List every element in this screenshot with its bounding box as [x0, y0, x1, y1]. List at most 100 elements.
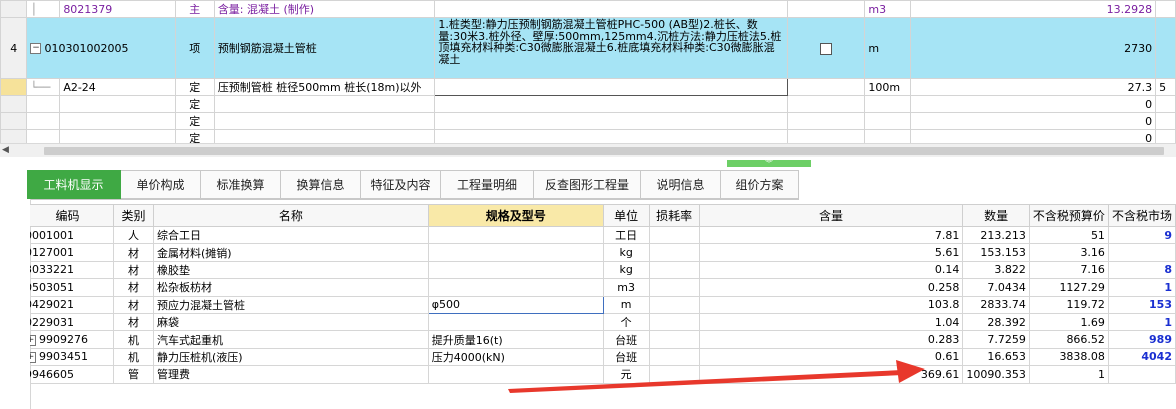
tab-standard-conversion[interactable]: 标准换算	[201, 170, 281, 199]
item-qty[interactable]: 0	[910, 95, 1157, 113]
table-row[interactable]: 3 3033221 材 橡胶垫 kg 0.14 3.822 7.16 8	[30, 260, 1176, 280]
header-type[interactable]: 类别	[112, 204, 154, 227]
cell-content[interactable]: 1.04	[698, 312, 964, 332]
cell-spec[interactable]	[427, 365, 604, 384]
tab-conversion-info[interactable]: 换算信息	[281, 170, 361, 199]
cell-spec[interactable]: 提升质量16(t)	[427, 330, 604, 349]
item-name[interactable]	[213, 112, 436, 130]
cell-loss[interactable]	[648, 330, 700, 349]
header-spec[interactable]: 规格及型号	[427, 204, 604, 227]
table-row[interactable]: 20 9946605 管 管理费 元 369.61 10090.353 1	[30, 365, 1176, 384]
item-qty[interactable]: 13.2928	[910, 0, 1157, 18]
checkbox-icon[interactable]	[820, 42, 833, 55]
item-code[interactable]	[59, 129, 176, 143]
item-qty[interactable]: 2730	[910, 17, 1157, 79]
cell-spec[interactable]	[427, 225, 604, 245]
horizontal-scrollbar[interactable]: ◀	[0, 143, 1176, 158]
tab-pricing-scheme[interactable]: 组价方案	[721, 170, 799, 199]
item-desc[interactable]	[434, 129, 788, 143]
cell-loss[interactable]	[648, 312, 700, 332]
cell-name[interactable]: 麻袋	[152, 312, 429, 332]
cell-content[interactable]: 0.61	[698, 347, 964, 367]
item-qty[interactable]: 27.3	[910, 78, 1157, 96]
splitter-handle-icon[interactable]: ︾	[727, 160, 811, 168]
table-row-current[interactable]: 5 0429021 材 预应力混凝土管桩 φ500 m 103.8 2833.7…	[30, 295, 1176, 314]
cell-name[interactable]: 金属材料(摊销)	[152, 243, 429, 262]
top-row-current[interactable]: └── A2-24 定 压预制管桩 桩径500mm 桩长(18m)以外 100m…	[0, 78, 1176, 96]
item-flag[interactable]	[786, 17, 866, 79]
header-quantity[interactable]: 数量	[962, 204, 1030, 227]
cell-spec[interactable]	[427, 260, 604, 280]
cell-content[interactable]: 103.8	[698, 295, 964, 314]
item-name[interactable]: 预制钢筋混凝土管桩	[213, 17, 436, 79]
tab-labor-material-machine[interactable]: 工料机显示	[27, 170, 121, 199]
item-code[interactable]: A2-24	[59, 78, 176, 96]
cell-code-cell[interactable]: +9909276	[30, 330, 114, 349]
cell-code[interactable]: 9946605	[30, 365, 114, 384]
header-budget-price[interactable]: 不含税预算价	[1028, 204, 1109, 227]
item-desc[interactable]	[434, 95, 788, 113]
table-row[interactable]: 1 0001001 人 综合工日 工日 7.81 213.213 51 9	[30, 225, 1176, 245]
item-name[interactable]	[213, 95, 436, 113]
cell-loss[interactable]	[648, 278, 700, 297]
cell-spec[interactable]	[427, 243, 604, 262]
item-qty[interactable]: 0	[910, 129, 1157, 143]
tab-description-info[interactable]: 说明信息	[641, 170, 721, 199]
cell-content[interactable]: 0.14	[698, 260, 964, 280]
cell-loss[interactable]	[648, 295, 700, 314]
scrollbar-thumb[interactable]	[44, 147, 1164, 155]
cell-spec[interactable]: 压力4000(kN)	[427, 347, 604, 367]
cell-name[interactable]: 汽车式起重机	[152, 330, 429, 349]
cell-market-price[interactable]	[1107, 365, 1176, 384]
table-row[interactable]: 6 0229031 材 麻袋 个 1.04 28.392 1.69 1	[30, 312, 1176, 332]
table-row[interactable]: 4 0503051 材 松杂板枋材 m3 0.258 7.0434 1127.2…	[30, 278, 1176, 297]
cell-code-cell[interactable]: +9903451	[30, 347, 114, 367]
cell-name[interactable]: 松杂板枋材	[152, 278, 429, 297]
item-qty[interactable]: 0	[910, 112, 1157, 130]
cell-loss[interactable]	[648, 365, 700, 384]
cell-name[interactable]: 管理费	[152, 365, 429, 384]
tab-features-content[interactable]: 特征及内容	[361, 170, 441, 199]
item-name[interactable]: 压预制管桩 桩径500mm 桩长(18m)以外	[213, 78, 436, 96]
header-unit[interactable]: 单位	[602, 204, 650, 227]
header-market-price[interactable]: 不含税市场	[1107, 204, 1176, 227]
cell-code[interactable]: 0429021	[30, 295, 114, 314]
cell-name[interactable]: 综合工日	[152, 225, 429, 245]
item-desc[interactable]: 1.桩类型:静力压预制钢筋混凝土管桩PHC-500 (AB型)2.桩长、数量:3…	[434, 17, 788, 79]
cell-code[interactable]: 0001001	[30, 225, 114, 245]
item-name[interactable]	[213, 129, 436, 143]
item-code-cell[interactable]: −010301002005	[26, 17, 176, 79]
cell-market-price[interactable]: 4042	[1107, 347, 1176, 367]
header-content[interactable]: 含量	[698, 204, 964, 227]
item-name[interactable]: 含量: 混凝土 (制作)	[213, 0, 436, 18]
panel-splitter[interactable]: ︾	[0, 157, 1176, 169]
expand-icon[interactable]: +	[30, 334, 36, 346]
cell-code[interactable]: 0229031	[30, 312, 114, 332]
top-row-selected[interactable]: 4 −010301002005 项 预制钢筋混凝土管桩 1.桩类型:静力压预制钢…	[0, 17, 1176, 79]
cell-name[interactable]: 预应力混凝土管桩	[152, 295, 429, 314]
top-row-content[interactable]: │ 8021379 主 含量: 混凝土 (制作) m3 13.2928	[0, 0, 1176, 18]
cell-market-price[interactable]: 153	[1107, 295, 1176, 314]
table-row[interactable]: 7 +9909276 机 汽车式起重机 提升质量16(t) 台班 0.283 7…	[30, 330, 1176, 349]
cell-content[interactable]: 369.61	[698, 365, 964, 384]
item-desc[interactable]	[434, 0, 788, 18]
scroll-left-icon[interactable]: ◀	[2, 145, 9, 155]
expand-icon[interactable]: +	[30, 351, 36, 363]
table-row[interactable]: 2 0127001 材 金属材料(摊销) kg 5.61 153.153 3.1…	[30, 243, 1176, 262]
cell-market-price[interactable]: 8	[1107, 260, 1176, 280]
header-code[interactable]: 编码	[30, 204, 114, 227]
tab-quantity-details[interactable]: 工程量明细	[441, 170, 534, 199]
cell-content[interactable]: 0.283	[698, 330, 964, 349]
item-code[interactable]: 8021379	[59, 0, 176, 18]
cell-name[interactable]: 静力压桩机(液压)	[152, 347, 429, 367]
cell-market-price[interactable]: 989	[1107, 330, 1176, 349]
header-name[interactable]: 名称	[152, 204, 429, 227]
cell-market-price[interactable]	[1107, 243, 1176, 262]
tab-unit-price-composition[interactable]: 单价构成	[121, 170, 201, 199]
item-code[interactable]	[59, 95, 176, 113]
cell-spec[interactable]	[427, 278, 604, 297]
cell-market-price[interactable]: 1	[1107, 312, 1176, 332]
cell-loss[interactable]	[648, 347, 700, 367]
collapse-icon[interactable]: −	[30, 43, 42, 54]
cell-name[interactable]: 橡胶垫	[152, 260, 429, 280]
